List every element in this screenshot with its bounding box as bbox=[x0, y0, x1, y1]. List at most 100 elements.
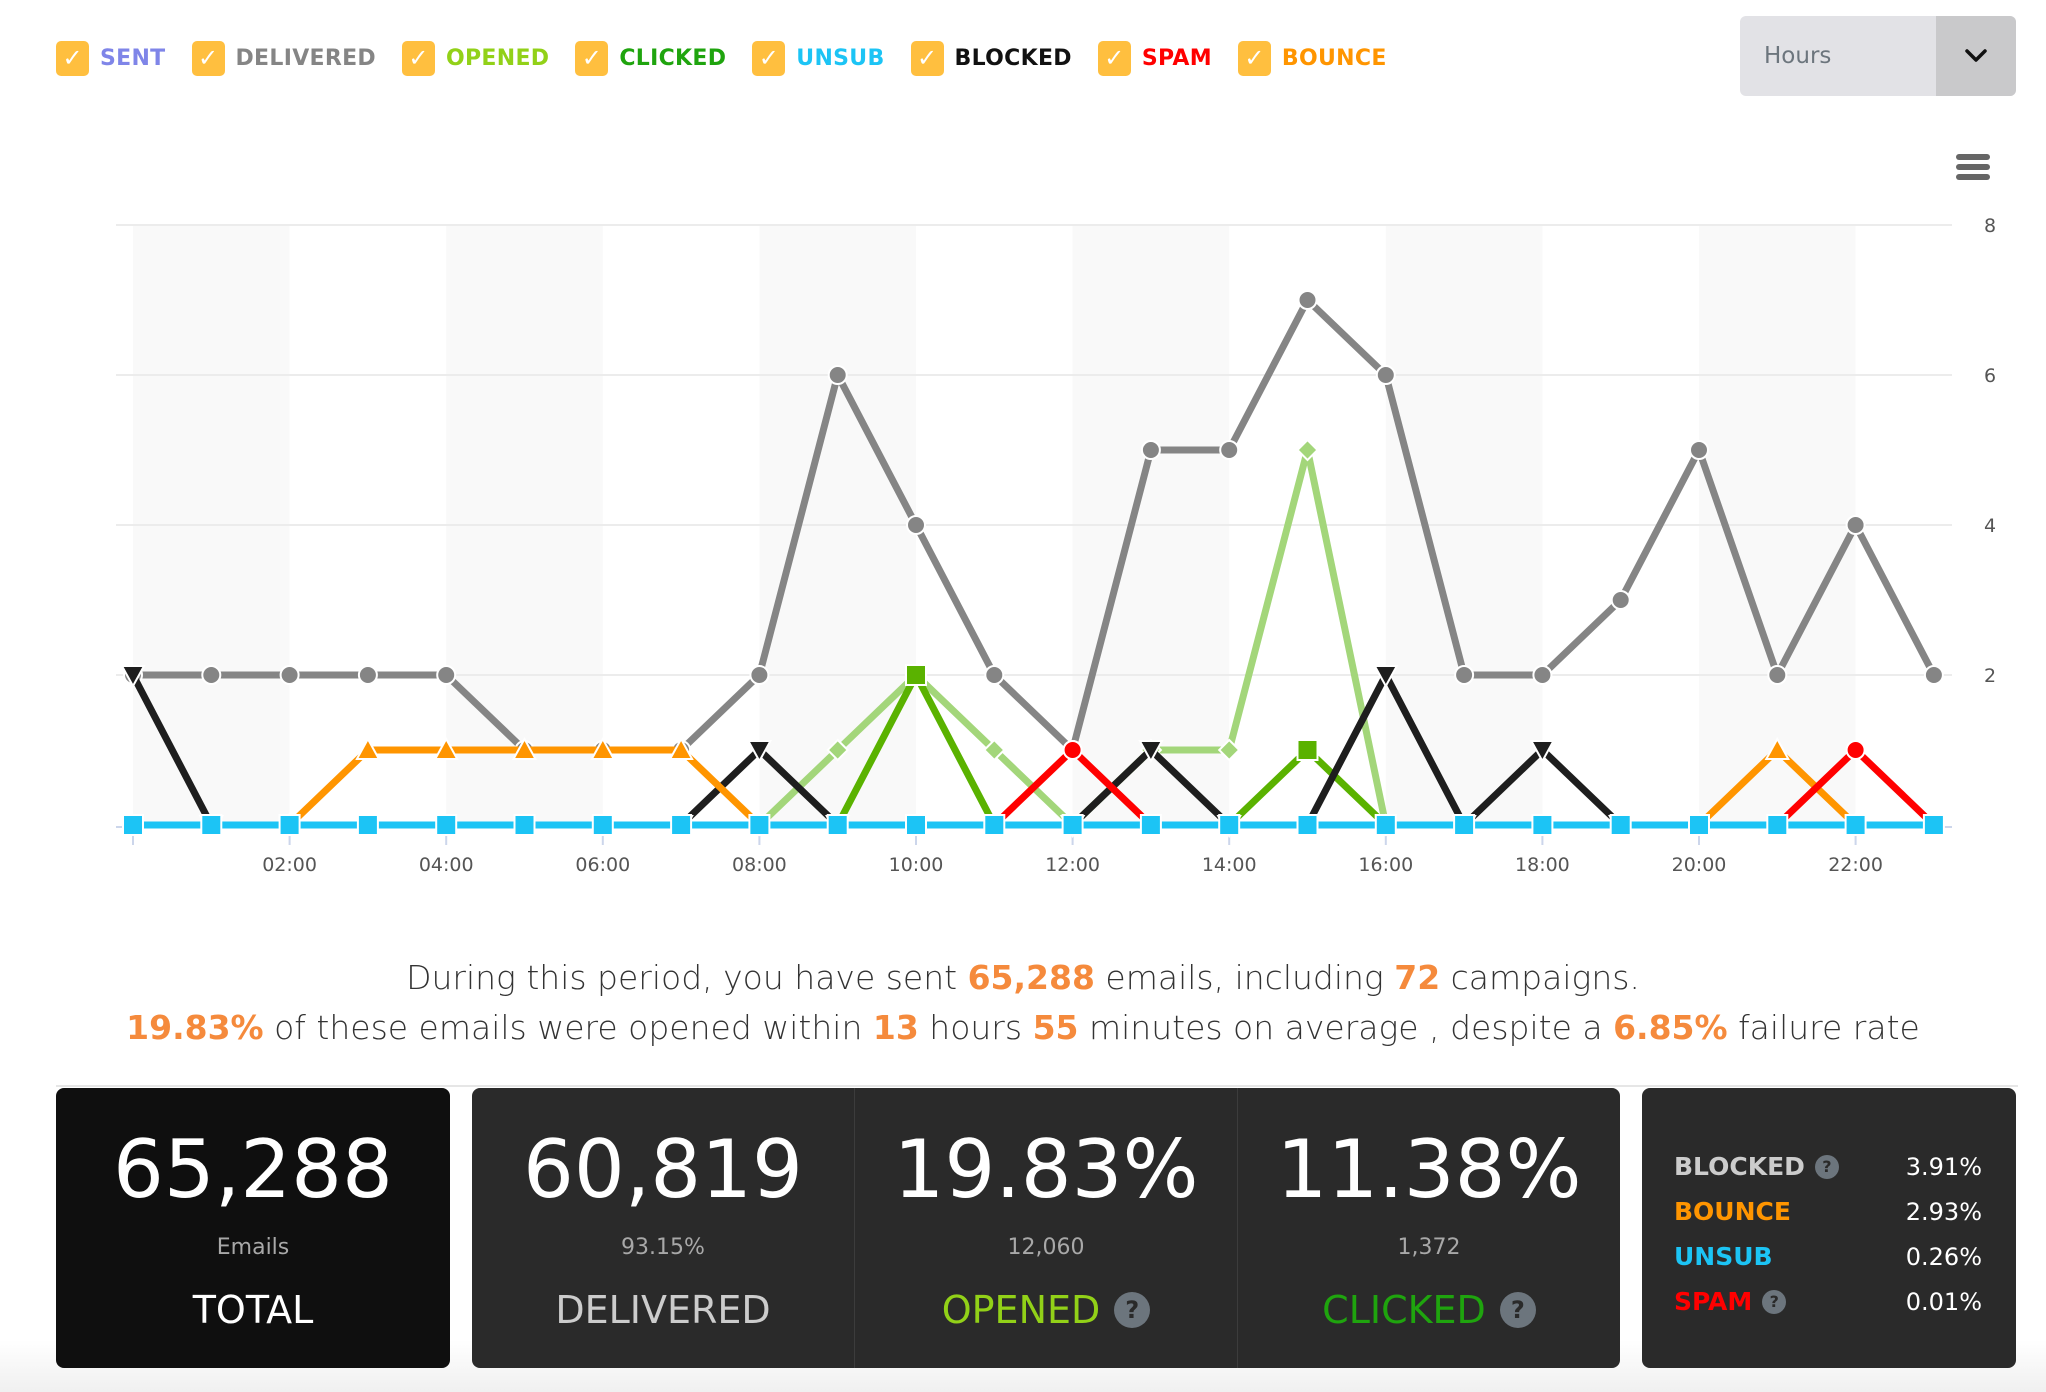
data-point bbox=[200, 814, 223, 836]
failure-value: 0.01% bbox=[1905, 1287, 1982, 1316]
summary-text: hours bbox=[918, 1008, 1033, 1047]
summary-open-rate: 19.83% bbox=[126, 1008, 264, 1047]
data-point bbox=[279, 665, 300, 685]
stat-clicked: 11.38% 1,372 CLICKED ? bbox=[1237, 1088, 1620, 1368]
data-point bbox=[1218, 814, 1241, 836]
help-icon[interactable]: ? bbox=[1762, 1289, 1787, 1314]
summary-hours: 13 bbox=[872, 1008, 919, 1047]
summary-campaign-count: 72 bbox=[1394, 958, 1441, 997]
x-tick-label: 06:00 bbox=[575, 854, 630, 876]
data-point bbox=[827, 365, 848, 385]
data-point bbox=[1140, 440, 1161, 460]
data-point bbox=[826, 814, 849, 836]
summary-text: During this period, you have sent bbox=[406, 958, 968, 997]
data-point bbox=[1374, 814, 1397, 836]
data-point bbox=[1296, 814, 1319, 836]
x-tick-label: 20:00 bbox=[1672, 854, 1727, 876]
failure-value: 2.93% bbox=[1905, 1197, 1982, 1226]
data-point bbox=[906, 515, 926, 535]
data-point bbox=[748, 814, 771, 836]
stat-label: TOTAL bbox=[56, 1288, 450, 1332]
stat-label: DELIVERED bbox=[472, 1288, 854, 1332]
stat-label-text: OPENED bbox=[941, 1288, 1101, 1332]
data-point bbox=[1766, 814, 1789, 836]
data-point bbox=[201, 665, 222, 685]
data-point bbox=[1923, 665, 1944, 685]
x-tick-label: 10:00 bbox=[889, 854, 944, 876]
stat-value: 11.38% bbox=[1276, 1123, 1582, 1216]
data-point bbox=[435, 814, 458, 836]
series-line bbox=[1226, 746, 1389, 828]
y-tick-label: 4 bbox=[1984, 515, 1996, 537]
help-icon[interactable]: ? bbox=[1499, 1292, 1536, 1328]
failure-row-spam: SPAM ? 0.01% bbox=[1674, 1279, 1982, 1324]
failure-label-text: BLOCKED bbox=[1674, 1152, 1805, 1181]
stat-delivered: 60,819 93.15% DELIVERED bbox=[472, 1088, 854, 1368]
data-point bbox=[1688, 814, 1710, 836]
data-point bbox=[122, 814, 144, 836]
stat-label-text: CLICKED bbox=[1322, 1288, 1486, 1332]
stat-sub: Emails bbox=[216, 1235, 290, 1260]
stat-sub: 1,372 bbox=[1397, 1235, 1461, 1260]
data-point bbox=[1532, 665, 1553, 685]
summary-minutes: 55 bbox=[1032, 1008, 1079, 1047]
failure-value: 0.26% bbox=[1905, 1242, 1982, 1271]
data-point bbox=[1453, 814, 1476, 836]
help-icon[interactable]: ? bbox=[1814, 1154, 1839, 1179]
data-point bbox=[356, 814, 379, 836]
x-tick-label: 08:00 bbox=[732, 854, 787, 876]
failure-label: UNSUB bbox=[1674, 1242, 1773, 1271]
data-point bbox=[1844, 814, 1867, 836]
data-point bbox=[1139, 814, 1162, 836]
data-point bbox=[278, 814, 301, 836]
data-point bbox=[984, 665, 1005, 685]
failure-row-blocked: BLOCKED ? 3.91% bbox=[1674, 1144, 1982, 1189]
data-point bbox=[513, 814, 536, 836]
failure-label-text: SPAM bbox=[1674, 1287, 1753, 1316]
data-point bbox=[1689, 440, 1709, 460]
summary-text: minutes on average , despite a bbox=[1078, 1008, 1614, 1047]
data-point bbox=[1375, 365, 1396, 385]
data-point bbox=[1297, 290, 1318, 310]
summary-text: failure rate bbox=[1727, 1008, 1920, 1047]
summary-text: emails, including bbox=[1094, 958, 1395, 997]
stat-sub: 93.15% bbox=[621, 1235, 705, 1260]
data-point bbox=[1296, 739, 1319, 761]
x-tick-label: 14:00 bbox=[1202, 854, 1257, 876]
data-point bbox=[1531, 814, 1554, 836]
data-point bbox=[1061, 814, 1084, 836]
stat-sub: 12,060 bbox=[1007, 1235, 1085, 1260]
data-point bbox=[1454, 665, 1475, 685]
summary-text: of these emails were opened within bbox=[263, 1008, 873, 1047]
failure-label: BOUNCE bbox=[1674, 1197, 1791, 1226]
data-point bbox=[905, 664, 927, 686]
data-point bbox=[905, 814, 927, 836]
stat-label-text: DELIVERED bbox=[555, 1288, 771, 1332]
data-point bbox=[1609, 814, 1632, 836]
data-point bbox=[1610, 590, 1631, 610]
data-point bbox=[1062, 740, 1083, 760]
data-point bbox=[591, 814, 614, 836]
y-tick-label: 2 bbox=[1984, 665, 1996, 687]
summary-line-2: 19.83% of these emails were opened withi… bbox=[0, 1008, 2046, 1047]
failure-label: SPAM ? bbox=[1674, 1287, 1787, 1316]
data-point bbox=[670, 814, 693, 836]
data-point bbox=[1922, 814, 1945, 836]
y-tick-label: 8 bbox=[1984, 215, 1996, 237]
failure-label-text: UNSUB bbox=[1674, 1242, 1773, 1271]
stat-total: 65,288 Emails TOTAL bbox=[56, 1088, 450, 1368]
failure-label: BLOCKED ? bbox=[1674, 1152, 1839, 1181]
chart-gridlines bbox=[116, 224, 1952, 676]
x-tick-label: 16:00 bbox=[1358, 854, 1413, 876]
data-point bbox=[1219, 440, 1240, 460]
help-icon[interactable]: ? bbox=[1114, 1292, 1151, 1328]
x-tick-label: 04:00 bbox=[419, 854, 474, 876]
stat-value: 65,288 bbox=[113, 1123, 393, 1216]
summary-text: campaigns. bbox=[1440, 958, 1640, 997]
data-point bbox=[436, 665, 457, 685]
x-tick-label: 22:00 bbox=[1828, 854, 1883, 876]
engagement-card-group: 60,819 93.15% DELIVERED 19.83% 12,060 OP… bbox=[472, 1088, 1620, 1368]
data-point bbox=[1845, 740, 1866, 760]
summary-sent-count: 65,288 bbox=[967, 958, 1095, 997]
data-point bbox=[749, 665, 770, 685]
